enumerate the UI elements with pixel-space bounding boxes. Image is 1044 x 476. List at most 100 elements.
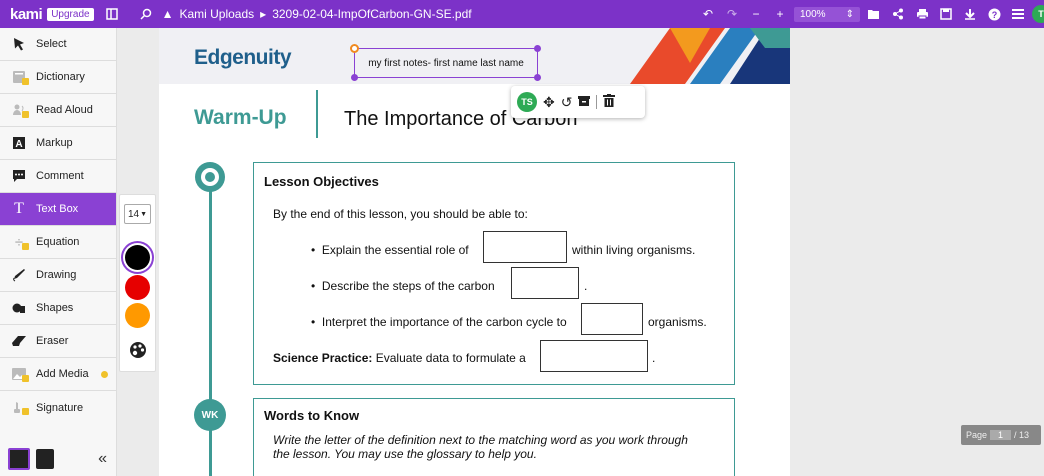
menu-icon[interactable] bbox=[1008, 4, 1028, 24]
tool-shapes[interactable]: Shapes bbox=[0, 292, 116, 325]
tool-drawing[interactable]: Drawing bbox=[0, 259, 116, 292]
tool-equation[interactable]: ÷ Equation bbox=[0, 226, 116, 259]
answer-blank[interactable] bbox=[581, 303, 643, 335]
move-icon[interactable]: ✥ bbox=[543, 94, 555, 111]
tool-eraser[interactable]: Eraser bbox=[0, 325, 116, 358]
tool-label: Eraser bbox=[36, 335, 69, 347]
font-size-value: 14 bbox=[127, 208, 140, 220]
lock-icon bbox=[22, 111, 29, 118]
bullet-3: • Interpret the importance of the carbon… bbox=[311, 315, 567, 329]
zoom-out-icon[interactable]: − bbox=[746, 4, 766, 24]
resize-handle[interactable] bbox=[351, 74, 358, 81]
bullet-2-text: Describe the steps of the carbon bbox=[321, 279, 495, 293]
font-size-select[interactable]: 14 ▼ bbox=[124, 204, 151, 224]
color-orange-swatch[interactable] bbox=[125, 303, 150, 328]
resize-handle[interactable] bbox=[534, 74, 541, 81]
header-graphic bbox=[630, 28, 790, 84]
words-to-know-box: Words to Know Write the letter of the de… bbox=[253, 398, 735, 476]
answer-blank[interactable] bbox=[483, 231, 567, 263]
science-practice-text: Evaluate data to formulate a bbox=[375, 351, 526, 365]
toolbar-divider bbox=[596, 95, 598, 109]
breadcrumb-folder[interactable]: Kami Uploads bbox=[179, 7, 254, 21]
answer-blank[interactable] bbox=[540, 340, 648, 372]
pen-icon bbox=[10, 266, 28, 284]
eraser-icon bbox=[10, 332, 28, 350]
tool-label: Add Media bbox=[36, 368, 89, 380]
science-practice-label: Science Practice: bbox=[273, 351, 373, 365]
comment-icon bbox=[10, 167, 28, 185]
tool-label: Read Aloud bbox=[36, 104, 93, 116]
bullet-1: • Explain the essential role of bbox=[311, 243, 469, 257]
page-indicator: Page 1 / 13 bbox=[961, 425, 1041, 445]
new-badge-dot bbox=[101, 371, 108, 378]
palette-icon[interactable] bbox=[129, 341, 147, 364]
words-to-know-icon: WK bbox=[194, 399, 226, 431]
bullet-1-after: within living organisms. bbox=[572, 243, 696, 257]
trash-icon[interactable] bbox=[603, 94, 616, 110]
print-icon[interactable] bbox=[912, 4, 932, 24]
annotation-text-box[interactable]: my first notes- first name last name bbox=[350, 44, 541, 81]
two-page-view-icon[interactable] bbox=[36, 449, 54, 469]
brand-logo: Edgenuity bbox=[194, 46, 292, 69]
warmup-label: Warm-Up bbox=[194, 106, 287, 129]
undo-icon[interactable]: ↶ bbox=[698, 4, 718, 24]
rotate-handle-icon[interactable] bbox=[350, 44, 359, 53]
tool-label: Markup bbox=[36, 137, 73, 149]
zoom-in-icon[interactable]: + bbox=[770, 4, 790, 24]
bullet-1-text: Explain the essential role of bbox=[321, 243, 469, 257]
lock-icon bbox=[22, 78, 29, 85]
tool-add-media[interactable]: Add Media bbox=[0, 358, 116, 391]
tool-markup[interactable]: A Markup bbox=[0, 127, 116, 160]
annotation-text[interactable]: my first notes- first name last name bbox=[368, 58, 524, 69]
collapse-sidebar-icon[interactable]: « bbox=[98, 450, 107, 468]
svg-text:A: A bbox=[15, 139, 22, 150]
zoom-value: 100% bbox=[800, 8, 826, 20]
document-page[interactable]: Edgenuity Warm-Up The Importance of Carb… bbox=[159, 28, 790, 476]
bullet-3-text: Interpret the importance of the carbon c… bbox=[321, 315, 567, 329]
author-avatar: TS bbox=[517, 92, 537, 112]
tool-signature[interactable]: Signature bbox=[0, 391, 116, 424]
answer-blank[interactable] bbox=[511, 267, 579, 299]
objective-target-icon bbox=[195, 162, 225, 192]
help-icon[interactable]: ? bbox=[984, 4, 1004, 24]
archive-icon[interactable] bbox=[578, 94, 591, 110]
rotate-icon[interactable]: ↺ bbox=[561, 94, 573, 111]
download-icon[interactable] bbox=[960, 4, 980, 24]
page-label: Page bbox=[966, 430, 988, 440]
resize-handle[interactable] bbox=[534, 45, 541, 52]
single-page-view-icon[interactable] bbox=[8, 448, 30, 470]
tool-text-box[interactable]: T Text Box bbox=[0, 193, 116, 226]
sidebar-toggle-icon[interactable] bbox=[102, 4, 122, 24]
text-options-panel: 14 ▼ bbox=[119, 194, 156, 372]
save-icon[interactable] bbox=[936, 4, 956, 24]
tool-label: Comment bbox=[36, 170, 84, 182]
page-number-input[interactable]: 1 bbox=[990, 430, 1012, 440]
redo-icon[interactable]: ↷ bbox=[722, 4, 742, 24]
objectives-heading: Lesson Objectives bbox=[264, 174, 379, 189]
upgrade-button[interactable]: Upgrade bbox=[47, 7, 94, 21]
user-avatar[interactable]: T bbox=[1032, 5, 1044, 23]
tool-read-aloud[interactable]: Read Aloud bbox=[0, 94, 116, 127]
zoom-select[interactable]: 100% ⇕ bbox=[794, 6, 860, 22]
tool-comment[interactable]: Comment bbox=[0, 160, 116, 193]
tool-label: Dictionary bbox=[36, 71, 85, 83]
search-icon[interactable] bbox=[136, 4, 156, 24]
color-red-swatch[interactable] bbox=[125, 275, 150, 300]
sidebar-footer: « bbox=[0, 442, 117, 476]
share-icon[interactable] bbox=[888, 4, 908, 24]
lesson-objectives-box: Lesson Objectives By the end of this les… bbox=[253, 162, 735, 385]
kami-logo: kami bbox=[10, 5, 43, 23]
svg-text:?: ? bbox=[991, 10, 997, 20]
tool-select[interactable]: Select bbox=[0, 28, 116, 61]
tool-label: Equation bbox=[36, 236, 80, 248]
tools-sidebar: Select Dictionary Read Aloud A Markup Co… bbox=[0, 28, 117, 476]
folder-open-icon[interactable] bbox=[864, 4, 884, 24]
color-black-swatch[interactable] bbox=[125, 245, 150, 270]
lock-icon bbox=[22, 375, 29, 382]
cursor-icon bbox=[10, 35, 28, 53]
tool-label: Shapes bbox=[36, 302, 74, 314]
tool-dictionary[interactable]: Dictionary bbox=[0, 61, 116, 94]
text-icon: T bbox=[14, 200, 24, 217]
tool-label: Signature bbox=[36, 401, 84, 414]
file-name[interactable]: 3209-02-04-ImpOfCarbon-GN-SE.pdf bbox=[272, 7, 471, 21]
